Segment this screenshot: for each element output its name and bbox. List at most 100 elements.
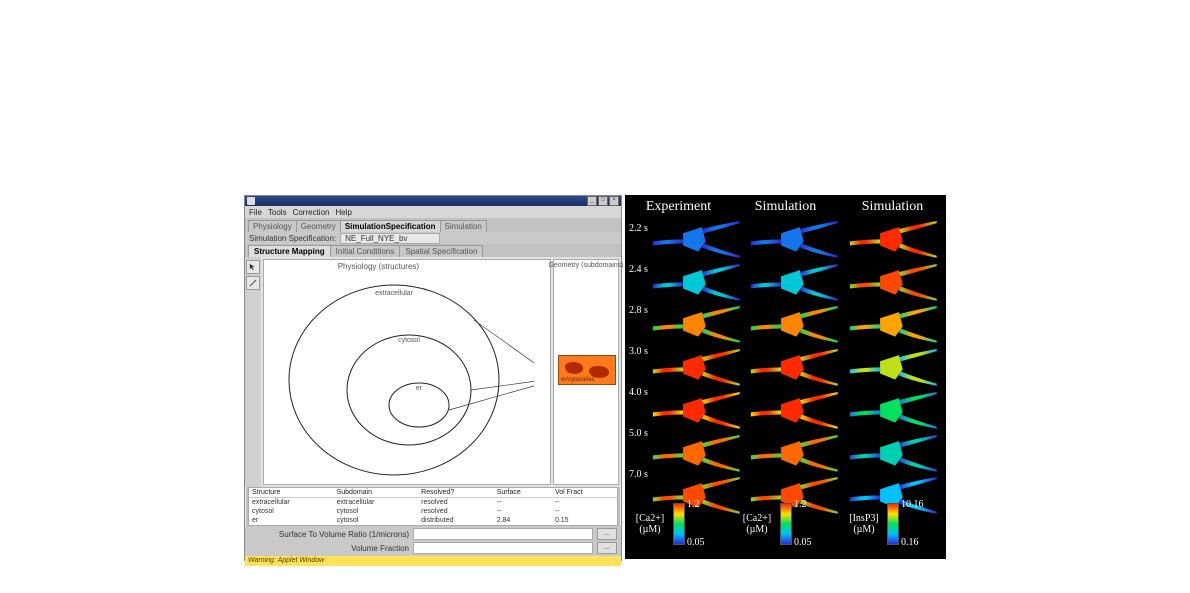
volume-fraction-row: Volume Fraction ...	[249, 542, 617, 554]
header-experiment: Experiment	[625, 199, 732, 215]
surface-to-volume-label: Surface To Volume Ratio (1/microns)	[249, 530, 409, 539]
table-header-row: Structure Subdomain Resolved? Surface Vo…	[249, 488, 617, 498]
structure-diagram: extracellular cytosol er	[274, 270, 534, 480]
tab-simulationspecification[interactable]: SimulationSpecification	[340, 220, 441, 232]
geometry-panel[interactable]: Geometry (subdomains) er/cytosol/ec	[553, 259, 619, 485]
colorbar-label: [InsP3](µM)	[845, 513, 883, 535]
colorbar-sim-ip3: [InsP3](µM) 10.16 0.16	[839, 495, 946, 553]
cell: extracellular	[334, 498, 419, 508]
table-row[interactable]: cytosol cytosol resolved -- --	[249, 507, 617, 516]
cell: 2.84	[494, 516, 552, 525]
window-app-icon	[247, 197, 255, 205]
tab-structure-mapping[interactable]: Structure Mapping	[248, 245, 331, 257]
cell: --	[552, 498, 617, 508]
neuron-frame	[848, 347, 942, 388]
sim-spec-value[interactable]: NE_Full_NYE_bv	[340, 233, 440, 244]
secondary-tabs: Structure Mapping Initial Conditions Spa…	[245, 244, 621, 257]
time-label: 4.0 s	[629, 387, 648, 398]
time-label: 5.0 s	[629, 428, 648, 439]
colorbar-gradient	[887, 503, 899, 545]
neuron-frame	[848, 433, 942, 474]
neuron-frame	[749, 304, 843, 345]
tab-initial-conditions[interactable]: Initial Conditions	[330, 245, 401, 257]
menu-file[interactable]: File	[249, 208, 262, 217]
window-close-button[interactable]: ×	[609, 196, 619, 206]
cell: distributed	[418, 516, 494, 525]
menu-bar: File Tools Correction Help	[245, 206, 621, 218]
col-surface[interactable]: Surface	[494, 488, 552, 498]
menu-correction[interactable]: Correction	[293, 208, 330, 217]
menu-tools[interactable]: Tools	[268, 208, 287, 217]
cell: --	[552, 507, 617, 516]
window-titlebar[interactable]: _ □ ×	[245, 196, 621, 206]
neuron-frame	[749, 347, 843, 388]
col-resolved[interactable]: Resolved?	[418, 488, 494, 498]
cell: 0.15	[552, 516, 617, 525]
colorbar-min: 0.05	[687, 537, 705, 548]
cell: extracellular	[249, 498, 334, 508]
cell: resolved	[418, 498, 494, 508]
col-volfract[interactable]: Vol Fract	[552, 488, 617, 498]
volume-fraction-browse[interactable]: ...	[597, 542, 617, 554]
work-area: Physiology (structures) extracellular cy…	[245, 257, 621, 487]
window-controls: _ □ ×	[587, 196, 619, 206]
header-simulation-ca: Simulation	[732, 199, 839, 215]
geometry-thumbnail[interactable]: er/cytosol/ec	[558, 355, 616, 385]
colorbar-gradient	[673, 503, 685, 545]
geometry-panel-header: Geometry (subdomains)	[548, 262, 623, 269]
structure-panel[interactable]: Physiology (structures) extracellular cy…	[263, 259, 551, 485]
window-minimize-button[interactable]: _	[587, 196, 597, 206]
surface-to-volume-browse[interactable]: ...	[597, 528, 617, 540]
neuron-frame	[651, 262, 745, 303]
window-maximize-button[interactable]: □	[598, 196, 608, 206]
neuron-frame	[651, 219, 745, 260]
cell: cytosol	[334, 507, 419, 516]
tool-column	[245, 257, 261, 487]
simulation-spec-row: Simulation Specification: NE_Full_NYE_bv	[245, 232, 621, 244]
table-row[interactable]: er cytosol distributed 2.84 0.15	[249, 516, 617, 525]
colorbar-label: [Ca2+](µM)	[738, 513, 776, 535]
neuron-frame	[848, 390, 942, 431]
neuron-frame	[749, 262, 843, 303]
colorbars: [Ca2+](µM) 1.2 0.05 [Ca2+](µM) 1.2 0.05 …	[625, 495, 946, 553]
figure-column-headers: Experiment Simulation Simulation	[625, 199, 946, 215]
time-label: 2.2 s	[629, 223, 648, 234]
mapping-table[interactable]: Structure Subdomain Resolved? Surface Vo…	[248, 487, 618, 526]
property-fields: Surface To Volume Ratio (1/microns) ... …	[245, 526, 621, 556]
neuron-frame	[848, 304, 942, 345]
line-tool[interactable]	[246, 276, 260, 290]
tab-spatial-specification[interactable]: Spatial Specification	[399, 245, 483, 257]
neuron-frame	[749, 390, 843, 431]
header-simulation-ip3: Simulation	[839, 199, 946, 215]
cell: er	[249, 516, 334, 525]
table-row[interactable]: extracellular extracellular resolved -- …	[249, 498, 617, 508]
sim-spec-label: Simulation Specification:	[249, 234, 336, 243]
col-subdomain[interactable]: Subdomain	[334, 488, 419, 498]
surface-to-volume-input[interactable]	[413, 528, 593, 540]
results-figure: Experiment Simulation Simulation 2.2 s 2…	[625, 195, 946, 559]
tab-simulation[interactable]: Simulation	[440, 220, 487, 232]
col-structure[interactable]: Structure	[249, 488, 334, 498]
app-window: _ □ × File Tools Correction Help Physiol…	[244, 195, 622, 561]
colorbar-max: 10.16	[901, 499, 924, 510]
canvas: { "app": { "menu": ["File", "Tools", "Co…	[0, 0, 1190, 593]
time-label: 7.0 s	[629, 469, 648, 480]
colorbar-max: 1.2	[687, 499, 700, 510]
neuron-frame	[749, 433, 843, 474]
tab-geometry[interactable]: Geometry	[296, 220, 341, 232]
neuron-frame	[749, 219, 843, 260]
neuron-frame	[651, 304, 745, 345]
cell: --	[494, 498, 552, 508]
cell: cytosol	[249, 507, 334, 516]
pointer-tool[interactable]	[246, 260, 260, 274]
geometry-thumb-label: er/cytosol/ec	[561, 377, 595, 383]
tab-physiology[interactable]: Physiology	[248, 220, 297, 232]
cell: cytosol	[334, 516, 419, 525]
surface-to-volume-row: Surface To Volume Ratio (1/microns) ...	[249, 528, 617, 540]
colorbar-experiment: [Ca2+](µM) 1.2 0.05	[625, 495, 732, 553]
neuron-frame	[651, 347, 745, 388]
time-labels: 2.2 s 2.4 s 2.8 s 3.0 s 4.0 s 5.0 s 7.0 …	[629, 223, 648, 480]
volume-fraction-input[interactable]	[413, 542, 593, 554]
menu-help[interactable]: Help	[335, 208, 351, 217]
time-label: 2.4 s	[629, 264, 648, 275]
